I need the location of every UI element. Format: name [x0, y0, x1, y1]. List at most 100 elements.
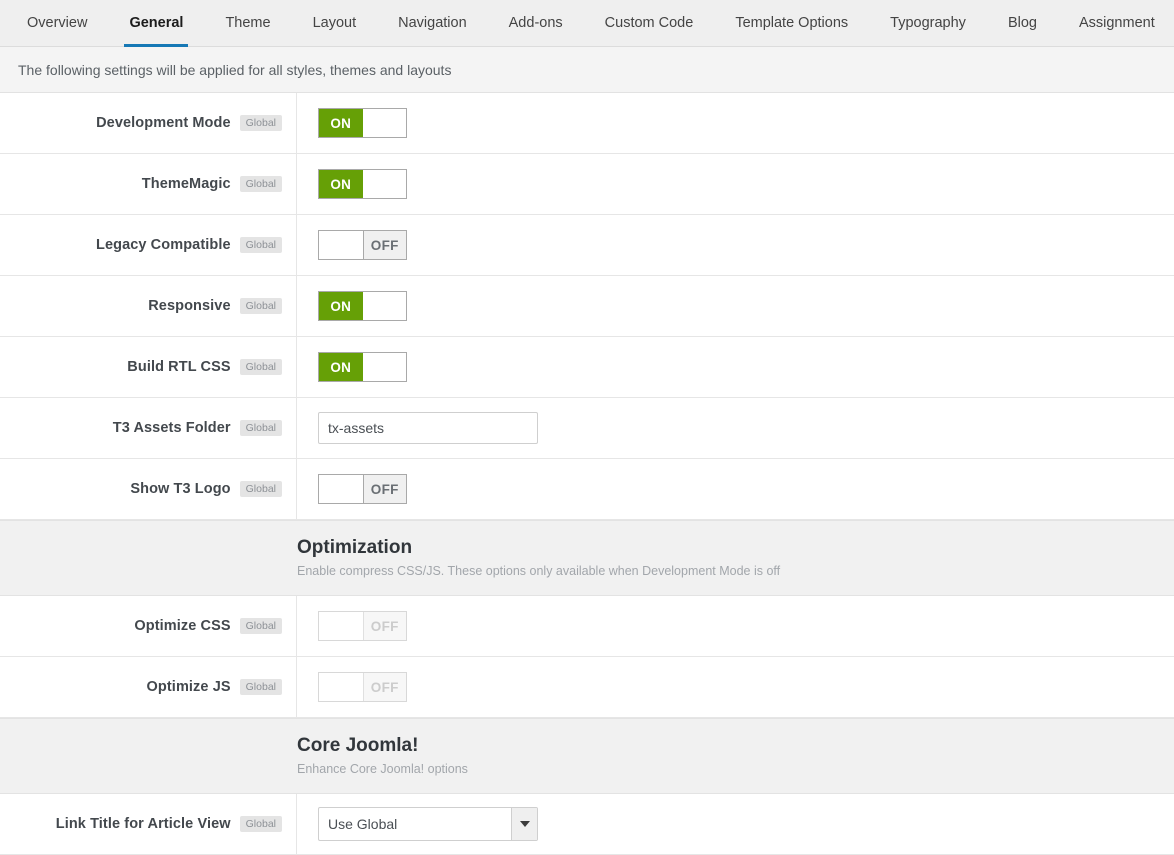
row-control-cell: OFF	[297, 459, 1174, 519]
row-label-cell: T3 Assets Folder Global	[0, 398, 297, 458]
toggle-off-label: OFF	[362, 612, 406, 640]
optimization-settings-group: Optimize CSS Global OFF Optimize JS Global OF…	[0, 596, 1174, 718]
settings-info-bar: The following settings will be applied f…	[0, 47, 1174, 93]
tab-label: General	[129, 15, 184, 31]
toggle-off-label: OFF	[362, 673, 406, 701]
setting-label: Responsive	[148, 298, 231, 314]
tab-blog[interactable]: Blog	[987, 0, 1058, 46]
toggle-off-label: OFF	[362, 231, 406, 259]
toggle-on-label: ON	[319, 170, 363, 198]
toggle-knob	[319, 673, 363, 701]
global-badge: Global	[239, 175, 282, 193]
row-control-cell	[297, 398, 1174, 458]
toggle-knob	[362, 109, 406, 137]
tab-template-options[interactable]: Template Options	[714, 0, 869, 46]
toggle-knob	[319, 231, 363, 259]
row-label-cell: Link Title for Article View Global	[0, 794, 297, 854]
toggle-show-t3-logo[interactable]: OFF	[318, 474, 407, 504]
toggle-development-mode[interactable]: ON	[318, 108, 407, 138]
chevron-down-icon[interactable]	[511, 808, 537, 840]
tab-general[interactable]: General	[108, 0, 204, 47]
select-selected-value: Use Global	[328, 816, 398, 832]
optimization-section-description: Enable compress CSS/JS. These options on…	[297, 563, 781, 578]
setting-label: Legacy Compatible	[95, 237, 231, 253]
settings-row-show-t3-logo: Show T3 Logo Global OFF	[0, 459, 1174, 520]
section-header-core-joomla: Core Joomla! Enhance Core Joomla! option…	[0, 718, 1174, 794]
row-label-cell: Show T3 Logo Global	[0, 459, 297, 519]
setting-label: T3 Assets Folder	[112, 420, 231, 436]
row-label-cell: Optimize JS Global	[0, 657, 297, 717]
row-label-cell: Build RTL CSS Global	[0, 337, 297, 397]
tab-layout[interactable]: Layout	[292, 0, 378, 46]
row-label-cell: Responsive Global	[0, 276, 297, 336]
row-label-cell: Legacy Compatible Global	[0, 215, 297, 275]
tab-label: Typography	[890, 15, 966, 31]
tab-label: Add-ons	[508, 15, 563, 31]
tab-label: Navigation	[398, 15, 467, 31]
toggle-legacy-compatible[interactable]: OFF	[318, 230, 407, 260]
select-link-title-for-article-view[interactable]: Use Global	[318, 807, 538, 841]
setting-label: Show T3 Logo	[130, 481, 231, 497]
toggle-responsive[interactable]: ON	[318, 291, 407, 321]
global-badge: Global	[239, 815, 282, 833]
tab-label: Custom Code	[604, 15, 694, 31]
setting-label: ThemeMagic	[141, 176, 231, 192]
global-badge: Global	[239, 419, 282, 437]
core-joomla-section-description: Enhance Core Joomla! options	[297, 761, 468, 776]
toggle-on-label: ON	[319, 353, 363, 381]
toggle-off-label: OFF	[362, 475, 406, 503]
setting-label: Development Mode	[96, 115, 231, 131]
settings-row-optimize-js: Optimize JS Global OFF	[0, 657, 1174, 718]
settings-row-responsive: Responsive Global ON	[0, 276, 1174, 337]
tab-label: Assignment	[1078, 15, 1155, 31]
settings-row-link-title-for-article-view: Link Title for Article View Global Use Glo…	[0, 794, 1174, 855]
general-settings-group: Development Mode Global ON ThemeMagic Global…	[0, 93, 1174, 520]
settings-row-t3-assets-folder: T3 Assets Folder Global	[0, 398, 1174, 459]
settings-row-legacy-compatible: Legacy Compatible Global OFF	[0, 215, 1174, 276]
core-joomla-settings-group: Link Title for Article View Global Use Glo…	[0, 794, 1174, 855]
tab-assignment[interactable]: Assignment	[1058, 0, 1174, 46]
row-control-cell: Use Global	[297, 794, 1174, 854]
tab-overview[interactable]: Overview	[6, 0, 108, 46]
global-badge: Global	[239, 236, 282, 254]
setting-label: Optimize JS	[146, 679, 231, 695]
optimization-section-title: Optimization	[297, 537, 413, 558]
setting-label: Link Title for Article View	[55, 816, 231, 832]
core-joomla-section-title: Core Joomla!	[297, 735, 419, 756]
global-badge: Global	[239, 480, 282, 498]
input-t3-assets-folder[interactable]	[318, 412, 538, 444]
settings-row-thememagic: ThemeMagic Global ON	[0, 154, 1174, 215]
row-control-cell: OFF	[297, 596, 1174, 656]
tab-label: Overview	[27, 15, 88, 31]
info-bar-text: The following settings will be applied f…	[18, 61, 452, 78]
tab-theme[interactable]: Theme	[204, 0, 291, 46]
toggle-knob	[319, 475, 363, 503]
settings-row-build-rtl-css: Build RTL CSS Global ON	[0, 337, 1174, 398]
tab-typography[interactable]: Typography	[869, 0, 987, 46]
toggle-knob	[362, 353, 406, 381]
toggle-build-rtl-css[interactable]: ON	[318, 352, 407, 382]
toggle-knob	[362, 170, 406, 198]
global-badge: Global	[239, 678, 282, 696]
tab-add-ons[interactable]: Add-ons	[488, 0, 584, 46]
row-control-cell: ON	[297, 276, 1174, 336]
row-control-cell: ON	[297, 337, 1174, 397]
tab-custom-code[interactable]: Custom Code	[584, 0, 715, 46]
row-label-cell: Optimize CSS Global	[0, 596, 297, 656]
row-control-cell: ON	[297, 93, 1174, 153]
caret-glyph	[519, 821, 530, 827]
settings-row-development-mode: Development Mode Global ON	[0, 93, 1174, 154]
toggle-on-label: ON	[319, 109, 363, 137]
row-label-cell: ThemeMagic Global	[0, 154, 297, 214]
global-badge: Global	[239, 297, 282, 315]
global-badge: Global	[239, 358, 282, 376]
toggle-knob	[319, 612, 363, 640]
toggle-optimize-css: OFF	[318, 611, 407, 641]
setting-label: Build RTL CSS	[127, 359, 231, 375]
tab-label: Theme	[225, 15, 271, 31]
row-label-cell: Development Mode Global	[0, 93, 297, 153]
toggle-optimize-js: OFF	[318, 672, 407, 702]
toggle-thememagic[interactable]: ON	[318, 169, 407, 199]
tab-label: Blog	[1007, 15, 1037, 31]
tab-navigation[interactable]: Navigation	[377, 0, 488, 46]
